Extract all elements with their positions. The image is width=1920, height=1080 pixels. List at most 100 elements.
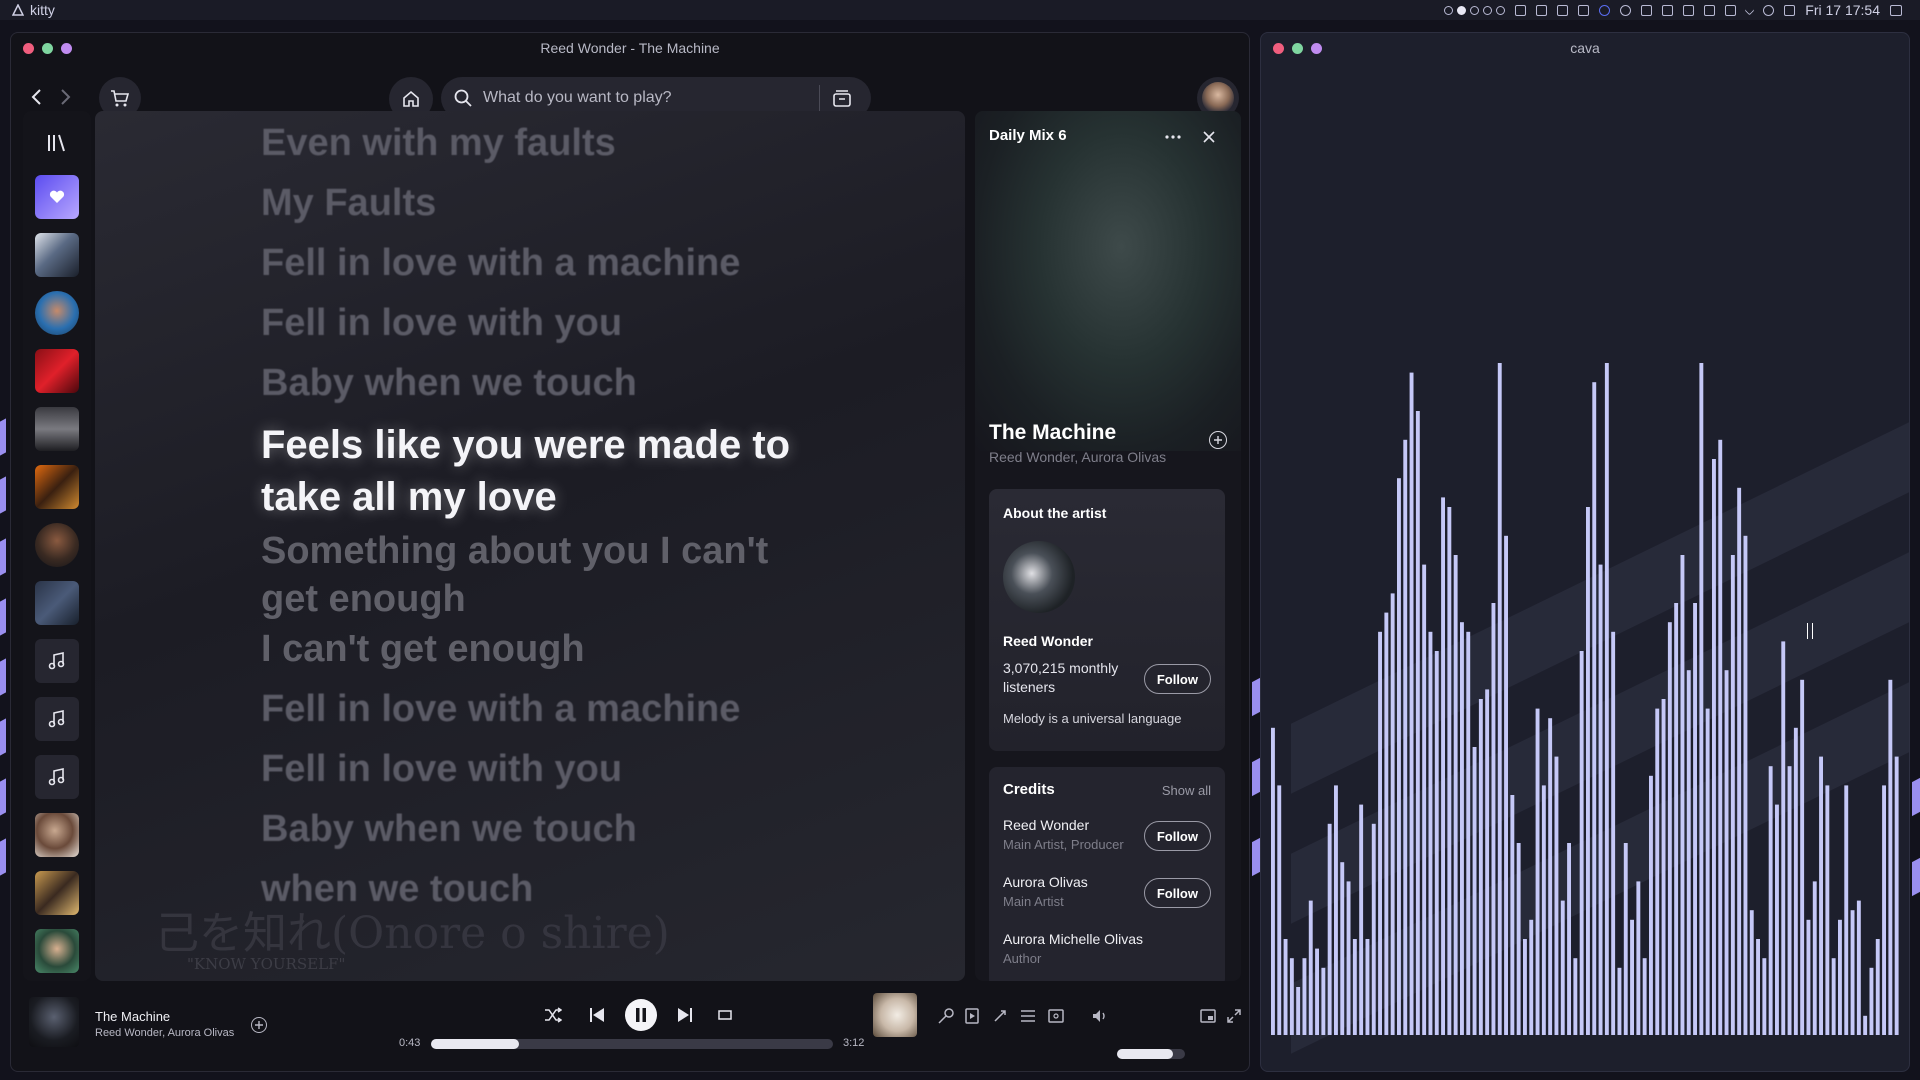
tray-record-icon[interactable] bbox=[1599, 4, 1611, 16]
mini-lyrics-thumbnail[interactable] bbox=[873, 993, 917, 1037]
mute-button[interactable] bbox=[1089, 1005, 1111, 1027]
tray-network-icon[interactable] bbox=[1620, 4, 1632, 16]
lyric-line[interactable]: Something about you I can't get enough bbox=[261, 527, 821, 623]
playlist-cover-8[interactable] bbox=[35, 929, 79, 973]
lyric-line[interactable]: Baby when we touch bbox=[261, 359, 637, 407]
lyric-line[interactable]: Baby when we touch bbox=[261, 805, 637, 853]
playlist-cover-3[interactable] bbox=[35, 407, 79, 451]
shuffle-button[interactable] bbox=[541, 1003, 565, 1027]
close-window-button[interactable] bbox=[23, 43, 34, 54]
playlist-cover-4[interactable] bbox=[35, 465, 79, 509]
lyric-line-active[interactable]: Feels like you were made to take all my … bbox=[261, 419, 821, 523]
playlist-cover-6[interactable] bbox=[35, 813, 79, 857]
lyric-line[interactable]: My Faults bbox=[261, 179, 436, 227]
back-button[interactable] bbox=[25, 85, 49, 109]
playlist-cover-1[interactable] bbox=[35, 233, 79, 277]
active-app[interactable]: kitty bbox=[12, 2, 55, 18]
library-button[interactable] bbox=[35, 121, 79, 165]
queue-button[interactable] bbox=[1017, 1005, 1039, 1027]
workspace-dot[interactable] bbox=[1483, 5, 1493, 15]
notification-icon[interactable] bbox=[1890, 4, 1902, 16]
cava-bar bbox=[1768, 766, 1773, 1035]
maximize-window-button[interactable] bbox=[61, 43, 72, 54]
clock[interactable]: Fri 17 17:54 bbox=[1805, 2, 1880, 18]
screen-icon[interactable] bbox=[1704, 4, 1716, 16]
cava-bar bbox=[1472, 747, 1477, 1035]
lyric-line[interactable]: Even with my faults bbox=[261, 119, 616, 167]
credits-show-all[interactable]: Show all bbox=[1162, 783, 1211, 798]
link-button[interactable] bbox=[989, 1005, 1011, 1027]
artist-photo[interactable] bbox=[1003, 541, 1075, 613]
brightness-icon[interactable] bbox=[1763, 4, 1775, 16]
connect-device-button[interactable] bbox=[1045, 1005, 1067, 1027]
cava-bar bbox=[1560, 900, 1565, 1035]
next-button[interactable] bbox=[673, 1003, 697, 1027]
panel-playlist-name[interactable]: Daily Mix 6 bbox=[989, 127, 1067, 144]
lyric-line[interactable]: Fell in love with a machine bbox=[261, 239, 740, 287]
play-pause-button[interactable] bbox=[625, 999, 657, 1031]
panel-track-title[interactable]: The Machine bbox=[989, 421, 1116, 445]
forward-button[interactable] bbox=[53, 85, 77, 109]
window-controls bbox=[23, 43, 72, 54]
workspace-dot[interactable] bbox=[1470, 5, 1480, 15]
search-input[interactable] bbox=[483, 89, 813, 107]
chevron-down-icon[interactable] bbox=[1744, 5, 1755, 15]
about-artist-card[interactable]: About the artist Reed Wonder 3,070,215 m… bbox=[989, 489, 1225, 751]
player-track-artists[interactable]: Reed Wonder, Aurora Olivas bbox=[95, 1027, 234, 1039]
credit-name[interactable]: Aurora Michelle Olivas bbox=[1003, 931, 1211, 947]
workspace-dot-active[interactable] bbox=[1457, 5, 1467, 15]
tray-pen-icon[interactable] bbox=[1578, 4, 1590, 16]
player-cover[interactable] bbox=[29, 997, 79, 1047]
playlist-cover-2[interactable] bbox=[35, 349, 79, 393]
workspace-indicator[interactable] bbox=[1444, 5, 1506, 15]
panel-track-artists[interactable]: Reed Wonder, Aurora Olivas bbox=[989, 449, 1166, 465]
lyrics-button[interactable] bbox=[935, 1005, 957, 1027]
keyboard-icon[interactable] bbox=[1784, 4, 1796, 16]
cover-art-text: 己を知れ(Onore o shire) bbox=[155, 908, 670, 959]
fullscreen-icon bbox=[1227, 1009, 1241, 1023]
repeat-button[interactable] bbox=[713, 1003, 737, 1027]
now-playing-cover bbox=[975, 111, 1241, 451]
bluetooth-icon[interactable] bbox=[1683, 4, 1695, 16]
previous-button[interactable] bbox=[585, 1003, 609, 1027]
progress-bar[interactable] bbox=[431, 1039, 833, 1049]
miniplayer-button[interactable] bbox=[1197, 1005, 1219, 1027]
minimize-window-button[interactable] bbox=[42, 43, 53, 54]
tray-clipboard-icon[interactable] bbox=[1557, 4, 1569, 16]
lyric-line[interactable]: Fell in love with you bbox=[261, 745, 622, 793]
tray-bug-icon[interactable] bbox=[1536, 4, 1548, 16]
lyric-line[interactable]: I can't get enough bbox=[261, 625, 585, 673]
playlist-item-2[interactable] bbox=[35, 697, 79, 741]
fullscreen-button[interactable] bbox=[1223, 1005, 1245, 1027]
follow-credit-button[interactable]: Follow bbox=[1143, 878, 1211, 908]
about-artist-name[interactable]: Reed Wonder bbox=[1003, 633, 1093, 649]
player-add-button[interactable] bbox=[251, 1017, 267, 1033]
tray-app-icon[interactable] bbox=[1515, 4, 1527, 16]
playlist-item-3[interactable] bbox=[35, 755, 79, 799]
lyric-line[interactable]: Fell in love with a machine bbox=[261, 685, 740, 733]
add-to-library-button[interactable] bbox=[1209, 431, 1227, 449]
artist-avatar-2[interactable] bbox=[35, 523, 79, 567]
close-panel-button[interactable] bbox=[1197, 125, 1221, 149]
workspace-dot[interactable] bbox=[1444, 5, 1454, 15]
follow-credit-button[interactable]: Follow bbox=[1143, 821, 1211, 851]
playlist-cover-5[interactable] bbox=[35, 581, 79, 625]
follow-artist-button[interactable]: Follow bbox=[1143, 664, 1211, 694]
lyric-line[interactable]: Fell in love with you bbox=[261, 299, 622, 347]
playlist-item-1[interactable] bbox=[35, 639, 79, 683]
artist-bio: Melody is a universal language bbox=[1003, 711, 1182, 726]
volume-tray-icon[interactable] bbox=[1662, 4, 1674, 16]
now-playing-view-button[interactable] bbox=[961, 1005, 983, 1027]
volume-slider[interactable] bbox=[1117, 1049, 1185, 1059]
browse-icon[interactable] bbox=[832, 88, 852, 108]
artist-avatar-1[interactable] bbox=[35, 291, 79, 335]
wifi-icon[interactable] bbox=[1641, 4, 1653, 16]
mic-icon[interactable] bbox=[1725, 4, 1737, 16]
more-options-button[interactable] bbox=[1161, 125, 1185, 149]
spotify-titlebar[interactable]: Reed Wonder - The Machine bbox=[11, 33, 1249, 63]
cava-bar bbox=[1655, 708, 1660, 1035]
player-track-title[interactable]: The Machine bbox=[95, 1009, 170, 1024]
playlist-cover-7[interactable] bbox=[35, 871, 79, 915]
liked-songs-item[interactable] bbox=[35, 175, 79, 219]
workspace-dot[interactable] bbox=[1496, 5, 1506, 15]
